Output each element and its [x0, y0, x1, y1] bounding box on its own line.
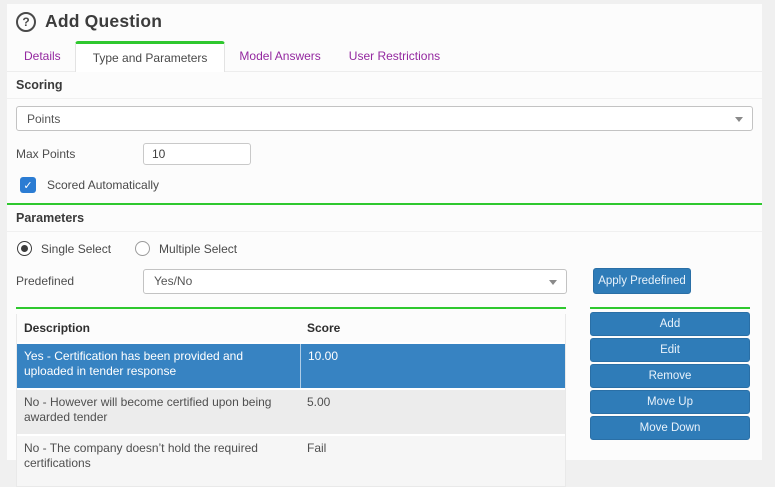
add-question-panel: ? Add Question Details Type and Paramete… — [7, 4, 762, 460]
remove-button[interactable]: Remove — [590, 364, 750, 388]
max-points-label: Max Points — [16, 147, 143, 161]
max-points-row: Max Points 10 — [16, 143, 753, 165]
row-score: Fail — [300, 436, 565, 480]
scoring-section-heading: Scoring — [7, 74, 762, 99]
scored-automatically-label: Scored Automatically — [47, 178, 159, 192]
answers-table-wrap: Description Score Yes - Certification ha… — [16, 307, 566, 487]
chevron-down-icon — [735, 117, 743, 122]
answers-table: Description Score Yes - Certification ha… — [16, 314, 566, 487]
predefined-label: Predefined — [16, 274, 143, 288]
row-description: No - However will become certified upon … — [17, 390, 300, 434]
row-actions-column: Add Edit Remove Move Up Move Down — [590, 307, 750, 440]
table-row[interactable]: No - However will become certified upon … — [17, 390, 565, 434]
table-top-accent — [16, 307, 566, 309]
tab-model-answers[interactable]: Model Answers — [225, 41, 334, 71]
table-header-row: Description Score — [17, 314, 565, 342]
select-mode-row: Single Select Multiple Select — [17, 241, 753, 256]
single-select-radio[interactable] — [17, 241, 32, 256]
tab-details[interactable]: Details — [10, 41, 75, 71]
parameters-section-heading: Parameters — [7, 207, 762, 232]
move-up-button[interactable]: Move Up — [590, 390, 750, 414]
section-divider — [7, 203, 762, 205]
move-down-button[interactable]: Move Down — [590, 416, 750, 440]
multiple-select-label: Multiple Select — [159, 242, 237, 256]
scoring-type-value: Points — [27, 112, 60, 126]
add-button[interactable]: Add — [590, 312, 750, 336]
tab-bar: Details Type and Parameters Model Answer… — [7, 41, 762, 72]
page-title: Add Question — [45, 11, 162, 32]
predefined-value: Yes/No — [154, 274, 192, 288]
table-row[interactable]: No - The company doesn’t hold the requir… — [17, 436, 565, 486]
tab-user-restrictions[interactable]: User Restrictions — [335, 41, 454, 71]
scored-automatically-checkbox[interactable] — [20, 177, 36, 193]
row-score: 10.00 — [301, 344, 565, 388]
scored-automatically-row: Scored Automatically — [20, 177, 753, 193]
scoring-type-select[interactable]: Points — [16, 106, 753, 131]
max-points-input[interactable]: 10 — [143, 143, 251, 165]
apply-predefined-button[interactable]: Apply Predefined — [593, 268, 691, 294]
chevron-down-icon — [549, 280, 557, 285]
predefined-select[interactable]: Yes/No — [143, 269, 567, 294]
tab-type-and-parameters[interactable]: Type and Parameters — [75, 41, 226, 72]
answers-area: Description Score Yes - Certification ha… — [16, 307, 753, 487]
single-select-label: Single Select — [41, 242, 111, 256]
edit-button[interactable]: Edit — [590, 338, 750, 362]
row-score: 5.00 — [300, 390, 565, 434]
question-circle-icon: ? — [16, 12, 36, 32]
table-row[interactable]: Yes - Certification has been provided an… — [17, 344, 565, 388]
page-header: ? Add Question — [7, 4, 762, 32]
predefined-row: Predefined Yes/No Apply Predefined — [16, 268, 753, 294]
score-column-header: Score — [300, 321, 565, 335]
description-column-header: Description — [17, 321, 300, 335]
actions-top-accent — [590, 307, 750, 309]
multiple-select-radio[interactable] — [135, 241, 150, 256]
row-description: No - The company doesn’t hold the requir… — [17, 436, 300, 480]
row-description: Yes - Certification has been provided an… — [17, 344, 301, 388]
